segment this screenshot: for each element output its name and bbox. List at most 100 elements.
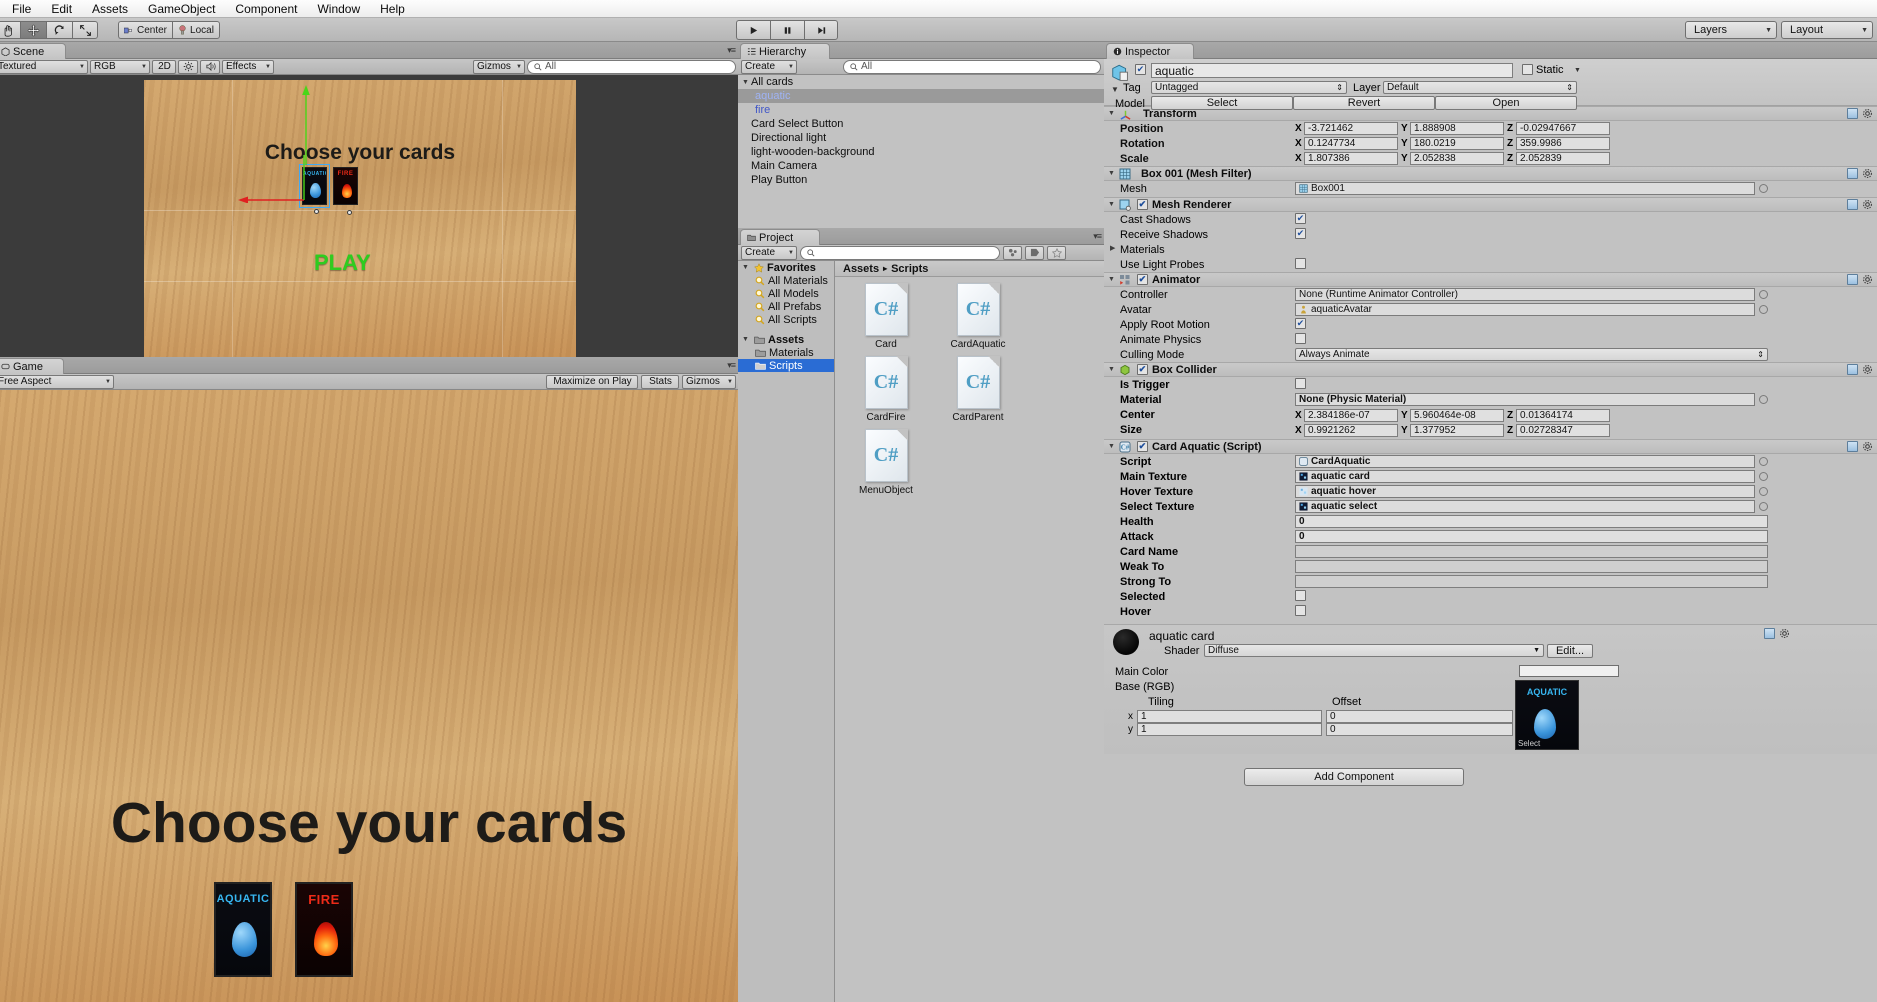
rotate-tool-button[interactable] [46,21,72,39]
attack-field[interactable]: 0 [1295,530,1768,543]
shader-edit-button[interactable]: Edit... [1547,644,1593,658]
move-tool-button[interactable] [20,21,46,39]
collider-material-picker-button[interactable] [1759,395,1768,404]
project-create-button[interactable]: Create ▼ [741,245,797,260]
hover-texture-field[interactable]: aquatic hover [1295,485,1755,498]
filter-by-type-button[interactable] [1003,245,1022,260]
hierarchy-list[interactable]: ▼ All cards aquatic fire Card Select But… [738,75,1104,228]
animate-physics-checkbox[interactable] [1295,333,1306,344]
object-name-field[interactable]: aquatic [1151,63,1513,78]
hierarchy-item-light-wooden-background[interactable]: light-wooden-background [738,145,1104,159]
rotation-y-field[interactable]: 180.0219 [1410,137,1504,150]
scene-panel-menu-icon[interactable]: ▾≡ [727,45,736,56]
tag-dropdown[interactable]: Untagged ⇕ [1151,81,1347,94]
scale-tool-button[interactable] [72,21,98,39]
chevron-down-icon[interactable]: ▼ [1108,110,1115,117]
menu-item-file[interactable]: File [2,0,41,18]
help-icon[interactable] [1847,364,1858,375]
maximize-on-play-toggle[interactable]: Maximize on Play [546,374,638,389]
cast-shadows-checkbox[interactable] [1295,213,1306,224]
rotation-z-field[interactable]: 359.9986 [1516,137,1610,150]
scene-viewport[interactable]: Choose your cards AQUATIC FIRE PLAY [0,75,738,357]
2d-toggle-button[interactable]: 2D [152,59,176,74]
is-trigger-checkbox[interactable] [1295,378,1306,389]
avatar-object-field[interactable]: aquaticAvatar [1295,303,1755,316]
project-tree-item-materials[interactable]: Materials [738,346,834,359]
project-tree-item-favorites[interactable]: ▼ Favorites [738,261,834,274]
tiling-x-field[interactable]: 1 [1137,710,1322,723]
controller-object-field[interactable]: None (Runtime Animator Controller) [1295,288,1755,301]
project-search-input[interactable] [800,245,1000,260]
hierarchy-item-play-button[interactable]: Play Button [738,173,1104,187]
hierarchy-item-fire[interactable]: fire [738,103,1104,117]
move-gizmo-y-axis[interactable] [296,83,316,167]
health-field[interactable]: 0 [1295,515,1768,528]
gizmo-handle[interactable] [347,210,352,215]
project-tree-item-all-models[interactable]: All Models [738,287,834,300]
help-icon[interactable] [1847,441,1858,452]
layout-dropdown[interactable]: Layout ▼ [1781,21,1873,39]
hierarchy-item-aquatic[interactable]: aquatic [738,89,1104,103]
stats-toggle[interactable]: Stats [641,374,679,389]
position-z-field[interactable]: -0.02947667 [1516,122,1610,135]
hierarchy-item-card-select-button[interactable]: Card Select Button [738,117,1104,131]
scene-audio-toggle[interactable] [200,59,220,74]
project-tree[interactable]: ▼ Favorites All Materials All Models All… [738,261,835,1002]
prefab-dropdown-icon[interactable]: ▼ [1111,85,1119,94]
object-enabled-checkbox[interactable] [1135,64,1146,75]
scene-effects-dropdown[interactable]: Effects ▼ [222,59,274,74]
center-z-field[interactable]: 0.01364174 [1516,409,1610,422]
offset-x-field[interactable]: 0 [1326,710,1513,723]
card-aquatic-enabled-checkbox[interactable] [1136,441,1148,452]
gear-icon[interactable] [1862,441,1873,452]
game-viewport[interactable]: Choose your cards AQUATIC FIRE PLAY [0,390,738,1002]
menu-item-edit[interactable]: Edit [41,0,82,18]
component-header-mesh-renderer[interactable]: ▼ Mesh Renderer [1104,197,1877,212]
controller-picker-button[interactable] [1759,290,1768,299]
add-component-button[interactable]: Add Component [1244,768,1464,786]
component-header-mesh-filter[interactable]: ▼ Box 001 (Mesh Filter) [1104,166,1877,181]
scene-lighting-toggle[interactable] [178,59,198,74]
project-tree-item-all-materials[interactable]: All Materials [738,274,834,287]
chevron-down-icon[interactable]: ▼ [742,264,751,271]
component-header-animator[interactable]: ▼ Animator [1104,272,1877,287]
component-header-card-aquatic-script[interactable]: ▼ C# Card Aquatic (Script) [1104,439,1877,454]
position-y-field[interactable]: 1.888908 [1410,122,1504,135]
position-x-field[interactable]: -3.721462 [1304,122,1398,135]
chevron-down-icon[interactable]: ▼ [742,336,751,343]
hierarchy-item-main-camera[interactable]: Main Camera [738,159,1104,173]
save-search-button[interactable] [1047,245,1066,260]
main-color-swatch[interactable] [1519,665,1619,677]
chevron-down-icon[interactable]: ▼ [742,79,751,86]
gear-icon[interactable] [1862,108,1873,119]
layer-dropdown[interactable]: Default ⇕ [1383,81,1577,94]
hierarchy-item-all-cards[interactable]: ▼ All cards [738,75,1104,89]
game-card-aquatic[interactable]: AQUATIC [214,882,272,977]
scale-x-field[interactable]: 1.807386 [1304,152,1398,165]
asset-item-cardaquatic[interactable]: C# CardAquatic [937,283,1019,350]
main-texture-picker-button[interactable] [1759,472,1768,481]
static-dropdown-icon[interactable]: ▼ [1574,67,1581,74]
chevron-down-icon[interactable]: ▼ [1108,201,1115,208]
box-collider-enabled-checkbox[interactable] [1136,364,1148,375]
component-header-box-collider[interactable]: ▼ Box Collider [1104,362,1877,377]
asset-item-menuobject[interactable]: C# MenuObject [845,429,927,496]
help-icon[interactable] [1764,628,1775,639]
project-tree-item-all-prefabs[interactable]: All Prefabs [738,300,834,313]
main-texture-field[interactable]: aquatic card [1295,470,1755,483]
avatar-picker-button[interactable] [1759,305,1768,314]
selected-checkbox[interactable] [1295,590,1306,601]
scene-search-input[interactable]: All [527,59,736,74]
animator-enabled-checkbox[interactable] [1136,274,1148,285]
hierarchy-create-button[interactable]: Create ▼ [741,59,797,74]
draw-mode-dropdown[interactable]: Textured ▼ [0,59,88,74]
mesh-object-field[interactable]: Box001 [1295,182,1755,195]
play-button[interactable] [736,20,770,40]
menu-item-window[interactable]: Window [307,0,370,18]
gear-icon[interactable] [1862,199,1873,210]
shader-dropdown[interactable]: Diffuse ▼ [1204,644,1544,657]
center-y-field[interactable]: 5.960464e-08 [1410,409,1504,422]
game-panel-menu-icon[interactable]: ▾≡ [727,360,736,371]
tab-hierarchy[interactable]: Hierarchy [740,43,830,59]
use-light-probes-checkbox[interactable] [1295,258,1306,269]
